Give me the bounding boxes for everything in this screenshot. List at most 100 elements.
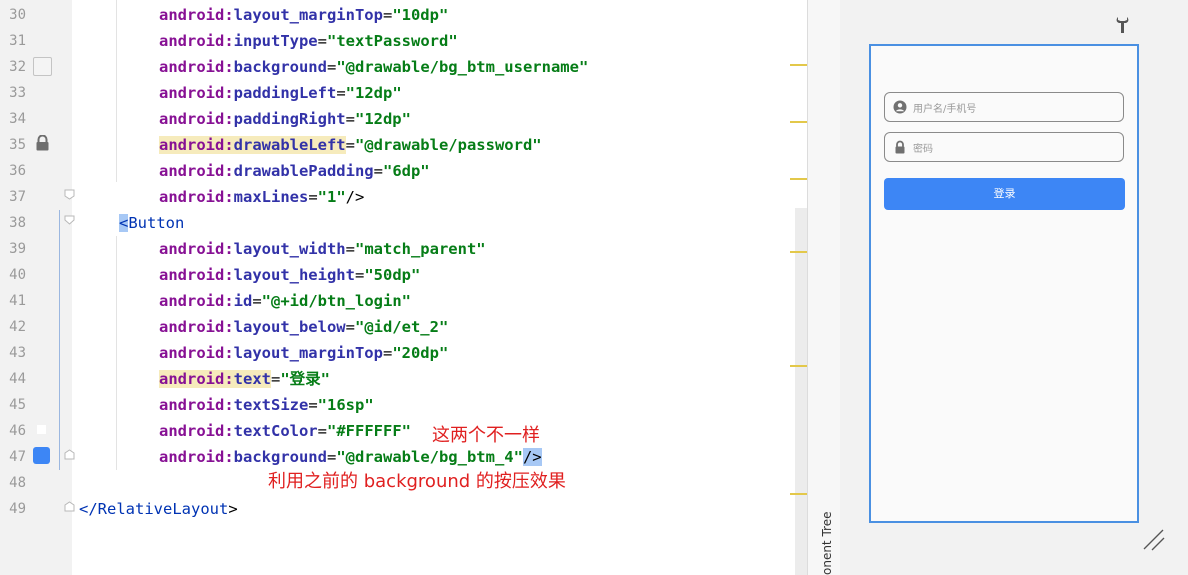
scroll-marker[interactable] xyxy=(790,251,807,253)
code-token: > xyxy=(228,500,238,518)
code-token: background xyxy=(233,448,327,466)
fold-marker-icon[interactable] xyxy=(64,449,75,460)
line-number: 33 xyxy=(9,85,26,101)
code-token: = xyxy=(308,188,318,206)
code-line[interactable]: android:textColor="#FFFFFF" xyxy=(159,418,411,444)
scroll-marker[interactable] xyxy=(790,365,807,367)
scroll-marker[interactable] xyxy=(790,121,807,123)
line-number: 47 xyxy=(9,449,26,465)
code-line[interactable]: android:text="登录" xyxy=(159,366,330,392)
user-icon xyxy=(893,100,907,114)
code-line[interactable]: android:layout_width="match_parent" xyxy=(159,236,486,262)
annotation-note: 这两个不一样 xyxy=(432,425,540,446)
code-token: = xyxy=(354,266,365,284)
device-preview[interactable]: 用户名/手机号 密码 登录 xyxy=(869,44,1139,523)
wrench-icon[interactable] xyxy=(1116,16,1129,34)
code-token: textSize xyxy=(233,396,309,414)
code-token: "match_parent" xyxy=(354,240,486,258)
line-number: 38 xyxy=(9,215,26,231)
code-line[interactable]: android:layout_marginTop="20dp" xyxy=(159,340,448,366)
line-number: 48 xyxy=(9,475,26,491)
code-token: paddingLeft xyxy=(233,84,337,102)
fold-marker-icon[interactable] xyxy=(64,189,75,200)
code-line[interactable]: android:background="@drawable/bg_btm_use… xyxy=(159,54,588,80)
code-token: layout_below xyxy=(233,318,346,336)
color-swatch-icon[interactable] xyxy=(33,447,50,464)
code-line[interactable]: android:textSize="16sp" xyxy=(159,392,374,418)
indent-guide xyxy=(116,236,117,470)
code-token: = xyxy=(382,6,393,24)
scroll-marker[interactable] xyxy=(790,493,807,495)
code-token: android: xyxy=(159,266,234,284)
line-number: 39 xyxy=(9,241,26,257)
component-tree-tab[interactable]: onent Tree xyxy=(820,512,834,575)
lock-icon xyxy=(895,140,905,154)
lock-icon xyxy=(36,135,49,151)
line-number: 44 xyxy=(9,371,26,387)
code-token: android: xyxy=(159,448,234,466)
scroll-marker[interactable] xyxy=(790,64,807,66)
code-line[interactable]: android:inputType="textPassword" xyxy=(159,28,458,54)
resize-handle-icon[interactable] xyxy=(1142,528,1166,552)
line-number: 37 xyxy=(9,189,26,205)
code-line[interactable]: </RelativeLayout> xyxy=(79,496,238,522)
annotation-note: 利用之前的 background 的按压效果 xyxy=(268,471,566,492)
fold-marker-icon[interactable] xyxy=(64,501,75,512)
login-button[interactable]: 登录 xyxy=(884,178,1125,210)
indent-guide xyxy=(59,210,60,470)
line-number: 42 xyxy=(9,319,26,335)
code-token: = xyxy=(270,370,281,388)
code-line[interactable]: android:maxLines="1"/> xyxy=(159,184,364,210)
code-token: = xyxy=(317,422,327,440)
bracket-match: < xyxy=(119,214,129,232)
code-token: = xyxy=(326,448,337,466)
password-field[interactable]: 密码 xyxy=(884,132,1124,162)
password-hint: 密码 xyxy=(913,144,933,155)
code-token: android: xyxy=(159,240,234,258)
line-number: 49 xyxy=(9,501,26,517)
code-token: id xyxy=(233,292,253,310)
username-field[interactable]: 用户名/手机号 xyxy=(884,92,1124,122)
code-line[interactable]: android:layout_height="50dp" xyxy=(159,262,420,288)
line-number: 32 xyxy=(9,59,26,75)
code-token: = xyxy=(252,292,262,310)
code-token: paddingRight xyxy=(233,110,346,128)
code-token: layout_width xyxy=(233,240,346,258)
fold-marker-icon[interactable] xyxy=(64,215,75,226)
code-line[interactable]: android:layout_marginTop="10dp" xyxy=(159,2,448,28)
indent-guide xyxy=(116,0,117,182)
code-token: layout_height xyxy=(233,266,355,284)
code-token: android: xyxy=(159,318,234,336)
scroll-marker[interactable] xyxy=(790,178,807,180)
code-token: = xyxy=(326,58,337,76)
code-token: "50dp" xyxy=(364,266,421,284)
code-token: <Button xyxy=(119,214,184,232)
code-token: "登录" xyxy=(280,370,330,388)
code-line[interactable]: android:paddingLeft="12dp" xyxy=(159,80,402,106)
code-line[interactable]: android:layout_below="@id/et_2" xyxy=(159,314,448,340)
bookmark-icon[interactable] xyxy=(33,57,52,76)
editor-scrollbar[interactable] xyxy=(795,208,807,575)
code-line[interactable]: <Button xyxy=(119,210,184,236)
code-token: "#FFFFFF" xyxy=(327,422,411,440)
code-token: "textPassword" xyxy=(327,32,458,50)
code-line[interactable]: android:drawablePadding="6dp" xyxy=(159,158,430,184)
code-token: layout_marginTop xyxy=(233,344,383,362)
line-number: 40 xyxy=(9,267,26,283)
code-line[interactable]: android:paddingRight="12dp" xyxy=(159,106,411,132)
line-number: 43 xyxy=(9,345,26,361)
line-number: 31 xyxy=(9,33,26,49)
code-token: "1" xyxy=(317,188,346,206)
code-token: "@drawable/password" xyxy=(354,136,542,154)
code-token: android: xyxy=(159,370,234,388)
code-line[interactable]: android:id="@+id/btn_login" xyxy=(159,288,411,314)
code-token: drawableLeft xyxy=(233,136,346,154)
code-line[interactable]: android:drawableLeft="@drawable/password… xyxy=(159,132,542,158)
code-token: android: xyxy=(159,32,234,50)
code-token: "@drawable/bg_btm_4" xyxy=(336,448,523,466)
code-token: android: xyxy=(159,136,234,154)
component-tree-strip[interactable] xyxy=(807,0,841,575)
code-token: android: xyxy=(159,344,234,362)
code-token: android: xyxy=(159,188,234,206)
breakpoint-marker[interactable] xyxy=(37,425,46,434)
